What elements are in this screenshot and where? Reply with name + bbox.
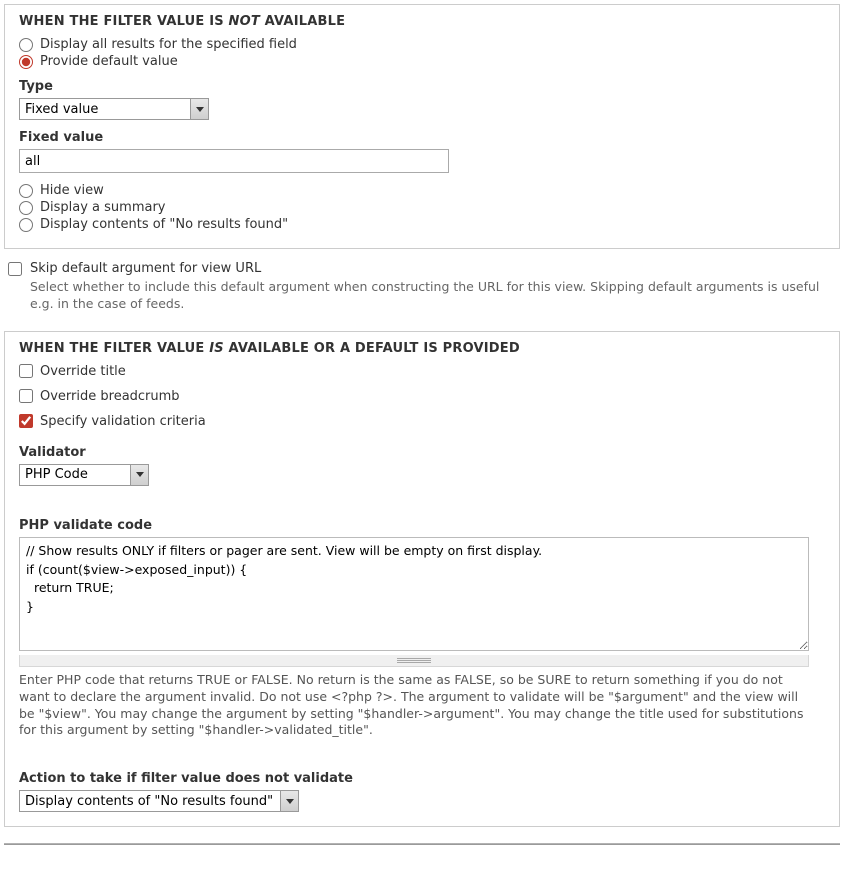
radio-display-no-results-label: Display contents of "No results found" xyxy=(40,217,288,232)
radio-hide-view-input[interactable] xyxy=(19,184,33,198)
php-code-textarea[interactable] xyxy=(19,537,809,651)
type-select[interactable]: Fixed value xyxy=(19,98,209,120)
bottom-divider xyxy=(4,843,840,845)
specify-validation-row[interactable]: Specify validation criteria xyxy=(19,414,825,429)
radio-display-no-results[interactable]: Display contents of "No results found" xyxy=(19,217,825,232)
radio-display-no-results-input[interactable] xyxy=(19,218,33,232)
radio-default-value-input[interactable] xyxy=(19,55,33,69)
override-title-label: Override title xyxy=(40,364,126,379)
type-label: Type xyxy=(19,79,825,94)
skip-default-checkbox-row[interactable]: Skip default argument for view URL xyxy=(8,261,836,276)
radio-default-value[interactable]: Provide default value xyxy=(19,54,825,69)
override-breadcrumb-row[interactable]: Override breadcrumb xyxy=(19,389,825,404)
specify-validation-label: Specify validation criteria xyxy=(40,414,206,429)
validator-select-wrap: PHP Code xyxy=(19,464,149,486)
fieldset-title-is-available: WHEN THE FILTER VALUE IS AVAILABLE OR A … xyxy=(19,341,825,356)
skip-default-description: Select whether to include this default a… xyxy=(30,279,836,313)
override-breadcrumb-label: Override breadcrumb xyxy=(40,389,180,404)
radio-default-value-label: Provide default value xyxy=(40,54,178,69)
php-code-help: Enter PHP code that returns TRUE or FALS… xyxy=(19,672,815,740)
fieldset-filter-not-available: WHEN THE FILTER VALUE IS NOT AVAILABLE D… xyxy=(4,4,840,249)
fixed-value-input[interactable] xyxy=(19,149,449,173)
fieldset-title-not-available: WHEN THE FILTER VALUE IS NOT AVAILABLE xyxy=(19,14,825,29)
skip-default-section: Skip default argument for view URL Selec… xyxy=(8,261,836,313)
php-code-label: PHP validate code xyxy=(19,518,825,533)
validator-select[interactable]: PHP Code xyxy=(19,464,149,486)
radio-hide-view-label: Hide view xyxy=(40,183,104,198)
radio-display-summary-input[interactable] xyxy=(19,201,33,215)
resize-grip-icon xyxy=(397,658,431,663)
specify-validation-checkbox[interactable] xyxy=(19,414,33,428)
radio-display-all-label: Display all results for the specified fi… xyxy=(40,37,297,52)
textarea-resize-handle[interactable] xyxy=(19,655,809,667)
override-breadcrumb-checkbox[interactable] xyxy=(19,389,33,403)
skip-default-label: Skip default argument for view URL xyxy=(30,261,261,276)
action-select-wrap: Display contents of "No results found" xyxy=(19,790,299,812)
override-title-checkbox[interactable] xyxy=(19,364,33,378)
skip-default-checkbox[interactable] xyxy=(8,262,22,276)
radio-display-summary[interactable]: Display a summary xyxy=(19,200,825,215)
radio-display-all-input[interactable] xyxy=(19,38,33,52)
type-select-wrap: Fixed value xyxy=(19,98,209,120)
action-label: Action to take if filter value does not … xyxy=(19,771,825,786)
radio-display-summary-label: Display a summary xyxy=(40,200,166,215)
validator-label: Validator xyxy=(19,445,825,460)
radio-hide-view[interactable]: Hide view xyxy=(19,183,825,198)
radio-display-all[interactable]: Display all results for the specified fi… xyxy=(19,37,825,52)
fieldset-filter-is-available: WHEN THE FILTER VALUE IS AVAILABLE OR A … xyxy=(4,331,840,828)
fixed-value-label: Fixed value xyxy=(19,130,825,145)
action-select[interactable]: Display contents of "No results found" xyxy=(19,790,299,812)
override-title-row[interactable]: Override title xyxy=(19,364,825,379)
